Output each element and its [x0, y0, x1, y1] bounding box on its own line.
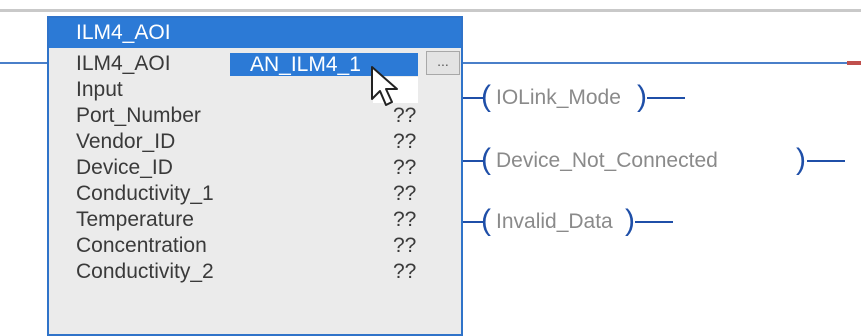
param-name: Concentration	[76, 234, 207, 257]
param-row-vendor-id[interactable]: Vendor_ID ??	[76, 129, 456, 155]
coil-tail-line	[647, 97, 685, 99]
top-band	[0, 0, 861, 9]
coil-right-paren-icon: )	[637, 80, 647, 113]
coil-right-paren-icon: )	[625, 204, 635, 237]
coil-tail-line	[635, 221, 673, 223]
param-value[interactable]: ??	[393, 129, 416, 155]
coil-right-paren-icon: )	[796, 143, 806, 176]
coil-tail-line	[807, 160, 845, 162]
mouse-cursor-icon	[371, 66, 398, 106]
param-value[interactable]: ??	[393, 207, 416, 233]
top-border-line	[0, 9, 861, 12]
aoi-title[interactable]: ILM4_AOI	[49, 18, 461, 48]
param-name: Port_Number	[76, 104, 201, 127]
coil-label[interactable]: Invalid_Data	[496, 209, 613, 235]
coil-label[interactable]: Device_Not_Connected	[496, 148, 718, 174]
param-row-conductivity-2[interactable]: Conductivity_2 ??	[76, 259, 456, 285]
param-row-temperature[interactable]: Temperature ??	[76, 207, 456, 233]
param-name: Temperature	[76, 208, 194, 231]
param-row-concentration[interactable]: Concentration ??	[76, 233, 456, 259]
coil-left-paren-icon: (	[481, 143, 491, 176]
param-name: Conductivity_1	[76, 182, 214, 205]
aoi-tag-row-label: ILM4_AOI	[76, 52, 171, 75]
param-name: Vendor_ID	[76, 130, 176, 153]
rung-end-marker	[847, 61, 861, 65]
param-row-conductivity-1[interactable]: Conductivity_1 ??	[76, 181, 456, 207]
param-value[interactable]: ??	[393, 155, 416, 181]
param-value[interactable]: ??	[393, 259, 416, 285]
coil-left-paren-icon: (	[481, 204, 491, 237]
param-value[interactable]: ??	[393, 181, 416, 207]
coil-label[interactable]: IOLink_Mode	[496, 85, 621, 111]
browse-button[interactable]: ...	[426, 51, 460, 75]
param-name: Device_ID	[76, 156, 173, 179]
coil-iolink-mode[interactable]: ( IOLink_Mode )	[463, 80, 733, 113]
param-row-device-id[interactable]: Device_ID ??	[76, 155, 456, 181]
coil-invalid-data[interactable]: ( Invalid_Data )	[463, 204, 723, 237]
coil-device-not-connected[interactable]: ( Device_Not_Connected )	[463, 143, 861, 176]
coil-left-paren-icon: (	[481, 80, 491, 113]
param-name: Input	[76, 78, 123, 101]
aoi-block[interactable]: ILM4_AOI ILM4_AOI AN_ILM4_1 ... Input Po…	[47, 16, 463, 336]
param-value[interactable]: ??	[393, 233, 416, 259]
param-name: Conductivity_2	[76, 260, 214, 283]
